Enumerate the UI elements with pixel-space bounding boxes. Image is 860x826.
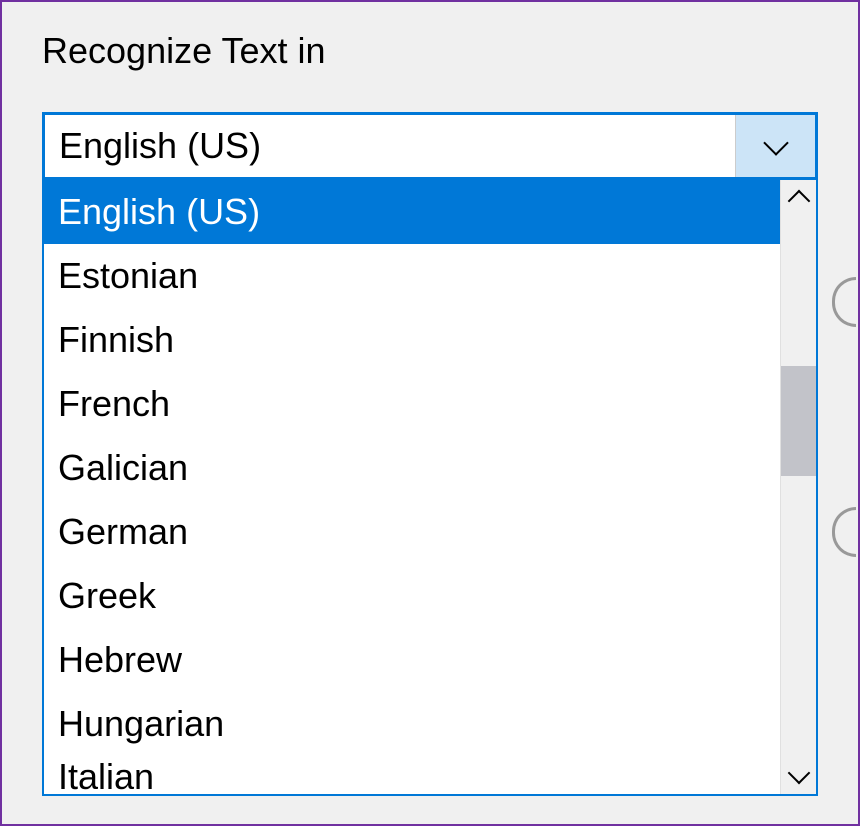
scroll-down-button[interactable]: [781, 758, 816, 794]
list-item[interactable]: Finnish: [44, 308, 780, 372]
background-shape: [832, 507, 856, 557]
background-shape: [832, 277, 856, 327]
chevron-down-icon: [787, 762, 810, 785]
combobox-toggle-button[interactable]: [735, 115, 815, 177]
list-item[interactable]: Greek: [44, 564, 780, 628]
scrollbar[interactable]: [780, 180, 816, 794]
combobox-display[interactable]: English (US): [42, 112, 818, 180]
scroll-up-button[interactable]: [781, 180, 816, 216]
combobox-selected-value: English (US): [45, 115, 735, 177]
options-list: English (US) Estonian Finnish French Gal…: [44, 180, 780, 794]
list-item[interactable]: German: [44, 500, 780, 564]
list-item[interactable]: French: [44, 372, 780, 436]
combobox-dropdown: English (US) Estonian Finnish French Gal…: [42, 180, 818, 796]
scrollbar-thumb[interactable]: [781, 366, 816, 476]
scrollbar-track[interactable]: [781, 216, 816, 758]
list-item[interactable]: Hungarian: [44, 692, 780, 756]
list-item[interactable]: Italian: [44, 756, 780, 794]
list-item[interactable]: English (US): [44, 180, 780, 244]
chevron-down-icon: [763, 130, 788, 155]
list-item[interactable]: Estonian: [44, 244, 780, 308]
language-combobox[interactable]: English (US) English (US) Estonian Finni…: [42, 112, 818, 180]
list-item[interactable]: Hebrew: [44, 628, 780, 692]
chevron-up-icon: [787, 190, 810, 213]
field-label: Recognize Text in: [42, 30, 818, 72]
list-item[interactable]: Galician: [44, 436, 780, 500]
dialog-panel: Recognize Text in English (US) English (…: [2, 2, 858, 200]
